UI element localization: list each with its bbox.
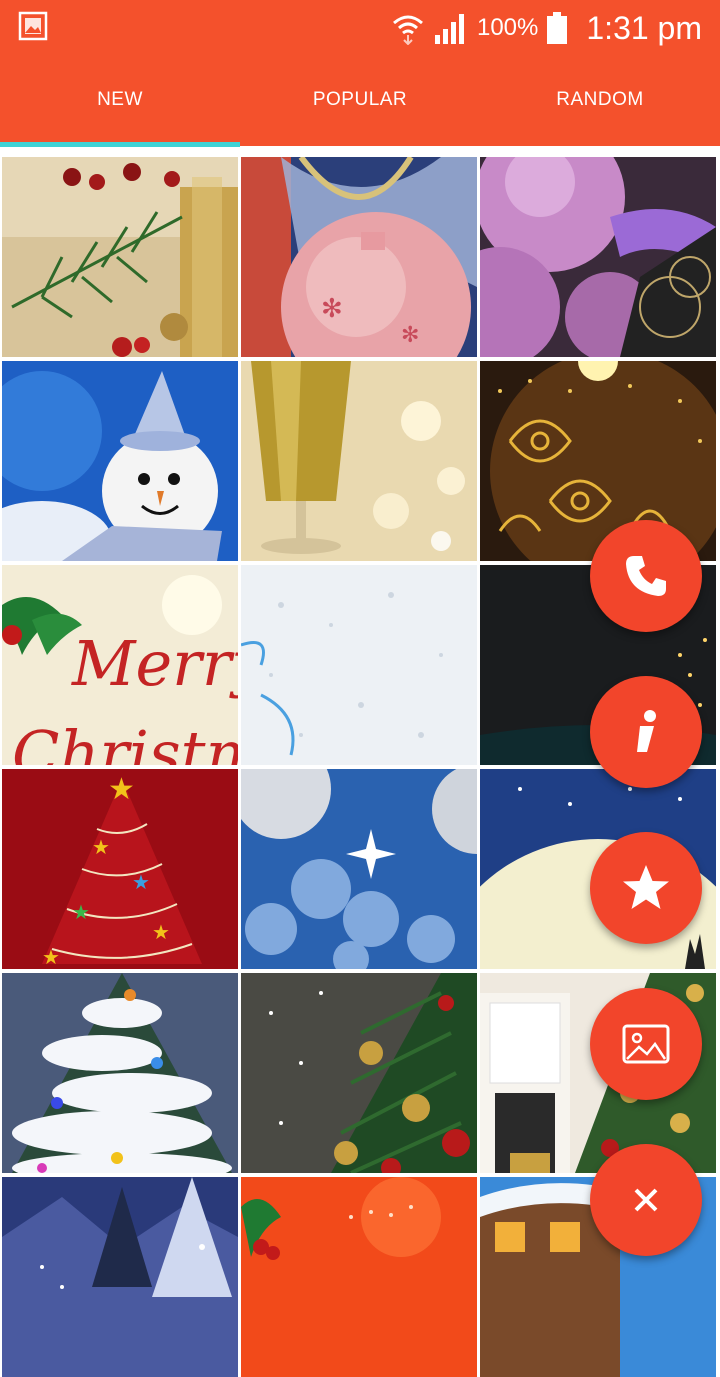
tab-new[interactable]: NEW [0,54,240,146]
battery-icon [547,12,568,44]
info-fab[interactable] [590,676,702,788]
gallery-fab[interactable] [590,988,702,1100]
red-star-tree-thumbnail: ★ ★ ★ ★ ★ ★ [2,769,238,969]
champagne-thumbnail [241,361,477,561]
blue-bokeh-thumbnail [241,769,477,969]
image-icon [622,1024,670,1064]
call-fab[interactable] [590,520,702,632]
star-icon [623,865,669,909]
wifi-icon [393,15,423,45]
svg-text:✻: ✻ [401,323,419,348]
wallpaper-tile[interactable] [241,565,477,765]
pink-ornament-thumbnail: ✻ ✻ [241,157,477,357]
svg-text:★: ★ [42,945,60,969]
tab-random[interactable]: RANDOM [480,54,720,146]
tab-indicator [0,142,240,147]
snowy-tree-thumbnail [2,973,238,1173]
phone-icon [626,556,666,596]
tree-baubles-thumbnail [241,973,477,1173]
orange-holly-thumbnail [241,1177,477,1377]
wallpaper-tile[interactable] [241,973,477,1173]
merry-christmas-card-thumbnail: Merry Christmas [2,565,238,765]
wallpaper-tile[interactable]: ★ ★ ★ ★ ★ ★ [2,769,238,969]
wallpaper-tile[interactable] [241,769,477,969]
info-icon [637,710,656,752]
close-icon [634,1188,658,1212]
wallpaper-tile[interactable] [2,361,238,561]
wallpaper-tile[interactable] [2,973,238,1173]
signal-icon [434,14,464,44]
purple-baubles-thumbnail [480,157,716,357]
pine-gift-thumbnail [2,157,238,357]
svg-text:★: ★ [72,900,90,924]
svg-text:★: ★ [132,870,150,894]
snowy-village-thumbnail [2,1177,238,1377]
wallpaper-tile[interactable] [480,157,716,357]
snowman-thumbnail [2,361,238,561]
wallpaper-tile[interactable] [241,1177,477,1377]
status-bar: 100% 1:31 pm [0,0,720,54]
svg-text:★: ★ [108,772,135,807]
wallpaper-tile[interactable] [2,1177,238,1377]
favorite-fab[interactable] [590,832,702,944]
card-text-merry: Merry [71,627,238,700]
wallpaper-tile[interactable] [2,157,238,357]
wallpaper-tile[interactable]: Merry Christmas [2,565,238,765]
close-fab[interactable] [590,1144,702,1256]
wallpaper-tile[interactable]: ✻ ✻ [241,157,477,357]
tab-bar: NEW POPULAR RANDOM [0,54,720,146]
battery-percentage: 100% [476,14,539,41]
tab-popular[interactable]: POPULAR [240,54,480,146]
svg-text:★: ★ [152,920,170,944]
snow-texture-thumbnail [241,565,477,765]
wallpaper-tile[interactable] [241,361,477,561]
svg-text:★: ★ [92,835,110,859]
clock: 1:31 pm [586,9,702,46]
gallery-notification-icon [18,11,48,41]
svg-text:✻: ✻ [321,294,343,324]
card-text-christmas: Christmas [12,717,238,765]
